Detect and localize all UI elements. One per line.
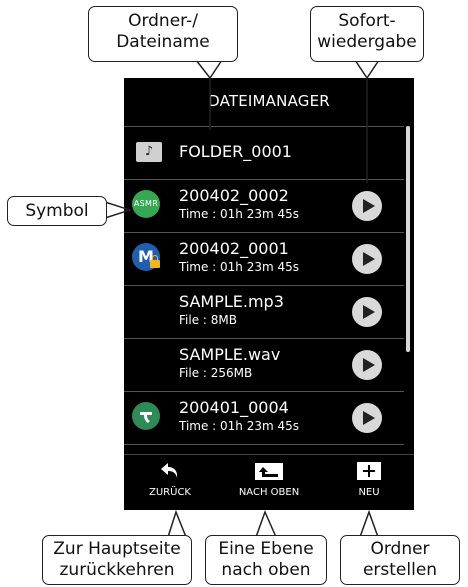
callout-leader-lines <box>104 59 380 538</box>
callout-symbol: Symbol <box>7 196 107 226</box>
callout-level-up: Eine Ebene nach oben <box>205 535 327 585</box>
callout-instant-play: Sofort- wiedergabe <box>310 6 424 62</box>
callout-back-home: Zur Hauptseite zurückkehren <box>42 535 192 585</box>
callout-folder-file-name: Ordner-/ Dateiname <box>88 6 238 62</box>
callout-create-folder: Ordner erstellen <box>340 535 460 585</box>
